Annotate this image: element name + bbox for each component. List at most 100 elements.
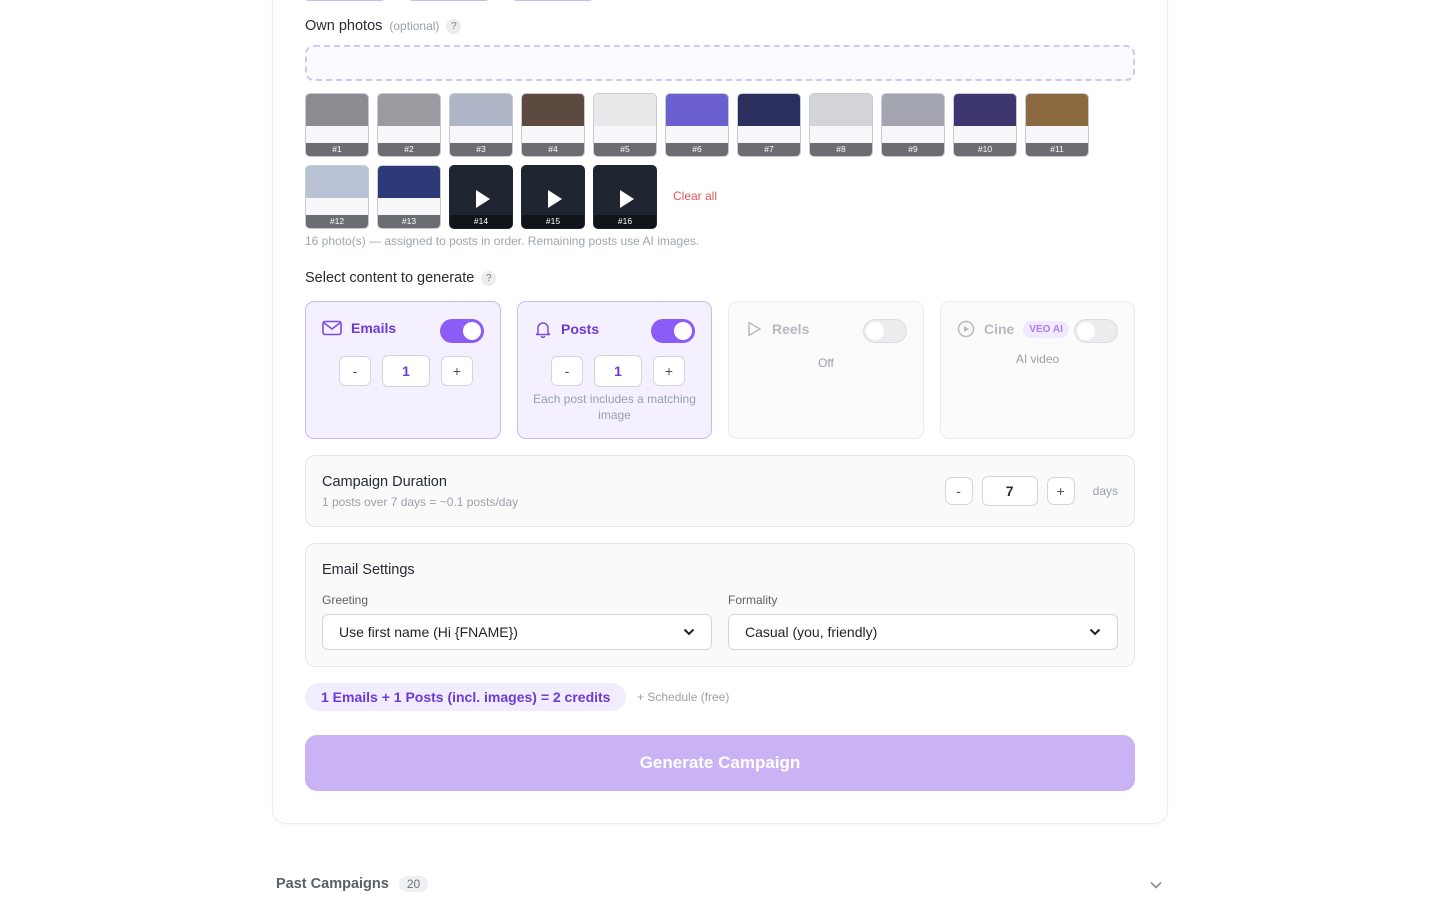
chevron-down-icon: [683, 628, 695, 636]
photo-thumbnail[interactable]: #5: [593, 93, 657, 157]
thumbnail-number: #3: [450, 143, 512, 156]
play-icon: [548, 190, 562, 208]
photo-thumbnail[interactable]: #13: [377, 165, 441, 229]
reels-toggle[interactable]: [863, 319, 907, 343]
chevron-down-icon[interactable]: [1149, 880, 1163, 890]
cine-status: AI video: [1015, 352, 1060, 366]
posts-label: Posts: [561, 321, 600, 337]
greeting-value: Use first name (Hi {FNAME}): [339, 624, 518, 640]
photo-thumbnail[interactable]: #10: [953, 93, 1017, 157]
duration-decrement-button[interactable]: -: [944, 477, 973, 505]
past-campaigns-header[interactable]: Past Campaigns 20: [276, 876, 429, 892]
photo-thumbnail[interactable]: #12: [305, 165, 369, 229]
photo-thumbnail[interactable]: #7: [737, 93, 801, 157]
content-label-row: Select content to generate ?: [305, 270, 497, 286]
formality-label: Formality: [728, 593, 778, 607]
generate-campaign-button[interactable]: Generate Campaign: [305, 735, 1135, 791]
emails-decrement-button[interactable]: -: [339, 356, 371, 386]
greeting-label: Greeting: [322, 593, 369, 607]
own-photos-label-row: Own photos (optional) ?: [305, 18, 462, 34]
photo-thumbnail[interactable]: #9: [881, 93, 945, 157]
posts-card: Posts - 1 + Each post includes a matchin…: [517, 301, 712, 439]
own-photos-label: Own photos: [305, 18, 383, 34]
play-icon: [620, 190, 634, 208]
cine-card: Cine VEO AI AI video: [940, 301, 1135, 439]
photo-image: [1026, 94, 1088, 126]
past-campaigns-title: Past Campaigns: [276, 876, 389, 892]
past-campaigns-count: 20: [398, 876, 429, 892]
chevron-down-icon: [1089, 628, 1101, 636]
greeting-select[interactable]: Use first name (Hi {FNAME}): [322, 614, 712, 650]
photo-image: [666, 94, 728, 126]
bell-icon: [535, 322, 551, 338]
thumbnail-number: #2: [378, 143, 440, 156]
video-thumbnail[interactable]: #16: [593, 165, 657, 229]
top-tab-pills: [305, 0, 593, 1]
thumbnail-number: #11: [1026, 143, 1088, 156]
video-thumbnail[interactable]: #14: [449, 165, 513, 229]
reels-card: Reels Off: [728, 301, 924, 439]
thumbnail-number: #7: [738, 143, 800, 156]
thumbnail-number: #15: [522, 215, 584, 228]
photo-thumbnail[interactable]: #4: [521, 93, 585, 157]
credits-badge: 1 Emails + 1 Posts (incl. images) = 2 cr…: [305, 683, 627, 711]
photo-image: [522, 94, 584, 126]
thumbnail-number: #6: [666, 143, 728, 156]
posts-count-input[interactable]: 1: [594, 355, 642, 387]
photo-thumbnail[interactable]: #3: [449, 93, 513, 157]
thumbnail-number: #12: [306, 215, 368, 228]
thumbnail-number: #8: [810, 143, 872, 156]
mail-icon: [322, 320, 342, 336]
photo-image: [450, 94, 512, 126]
duration-increment-button[interactable]: +: [1046, 477, 1075, 505]
film-reel-icon: [957, 320, 975, 338]
optional-tag: (optional): [389, 19, 440, 33]
cine-toggle[interactable]: [1074, 319, 1118, 343]
email-settings-title: Email Settings: [322, 562, 415, 578]
photo-image: [378, 94, 440, 126]
emails-increment-button[interactable]: +: [441, 356, 473, 386]
formality-value: Casual (you, friendly): [745, 624, 878, 640]
campaign-duration-panel: Campaign Duration 1 posts over 7 days = …: [305, 455, 1135, 527]
thumbnail-number: #1: [306, 143, 368, 156]
emails-count-input[interactable]: 1: [382, 355, 430, 387]
help-icon[interactable]: ?: [446, 18, 462, 34]
thumbnail-number: #4: [522, 143, 584, 156]
photo-image: [954, 94, 1016, 126]
posts-increment-button[interactable]: +: [653, 356, 685, 386]
reels-status: Off: [818, 356, 834, 370]
photo-image: [306, 94, 368, 126]
photo-dropzone[interactable]: [305, 45, 1135, 81]
duration-unit: days: [1092, 484, 1118, 498]
formality-select[interactable]: Casual (you, friendly): [728, 614, 1118, 650]
posts-decrement-button[interactable]: -: [551, 356, 583, 386]
play-icon: [748, 321, 761, 337]
photo-thumbnail[interactable]: #6: [665, 93, 729, 157]
emails-card: Emails - 1 +: [305, 301, 501, 439]
clear-all-button[interactable]: Clear all: [673, 189, 717, 203]
reels-label: Reels: [772, 321, 810, 337]
posts-toggle[interactable]: [651, 319, 695, 343]
photo-image: [594, 94, 656, 126]
photos-hint: 16 photo(s) — assigned to posts in order…: [305, 234, 700, 248]
photo-thumbnail[interactable]: #2: [377, 93, 441, 157]
photo-thumbnail[interactable]: #8: [809, 93, 873, 157]
posts-note: Each post includes a matching image: [533, 392, 696, 422]
photo-thumbnail[interactable]: #11: [1025, 93, 1089, 157]
duration-summary: 1 posts over 7 days = ~0.1 posts/day: [322, 495, 519, 509]
photo-thumbnail[interactable]: #1: [305, 93, 369, 157]
emails-toggle[interactable]: [440, 319, 484, 343]
duration-title: Campaign Duration: [322, 474, 447, 490]
photo-image: [882, 94, 944, 126]
emails-label: Emails: [351, 320, 397, 336]
email-settings-panel: Email Settings Greeting Use first name (…: [305, 543, 1135, 667]
photo-image: [810, 94, 872, 126]
help-icon[interactable]: ?: [481, 270, 497, 286]
thumbnail-number: #14: [450, 215, 512, 228]
thumbnail-number: #13: [378, 215, 440, 228]
video-thumbnail[interactable]: #15: [521, 165, 585, 229]
duration-input[interactable]: 7: [981, 476, 1038, 506]
thumbnail-number: #9: [882, 143, 944, 156]
photo-image: [738, 94, 800, 126]
thumbnail-number: #10: [954, 143, 1016, 156]
